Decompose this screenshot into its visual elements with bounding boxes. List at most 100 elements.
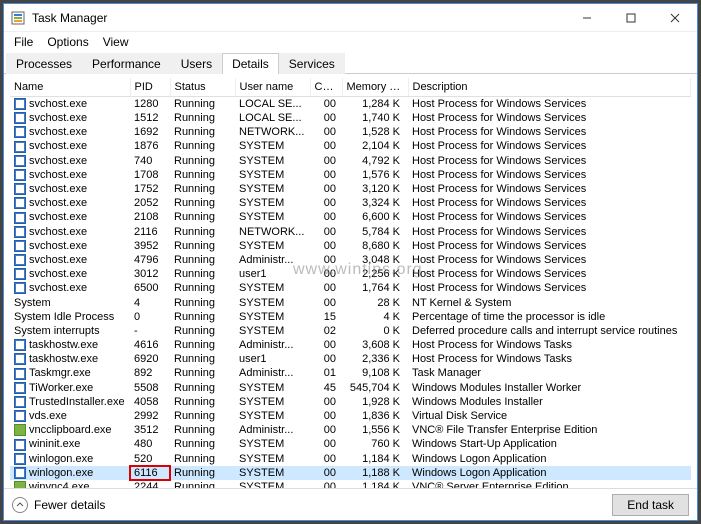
process-icon [14, 424, 26, 436]
table-row[interactable]: svchost.exe6500RunningSYSTEM001,764 KHos… [10, 281, 691, 295]
cell-pid: 6920 [130, 352, 170, 366]
end-task-button[interactable]: End task [612, 494, 689, 516]
table-row[interactable]: wininit.exe480RunningSYSTEM00760 KWindow… [10, 437, 691, 451]
cell-desc: Deferred procedure calls and interrupt s… [408, 324, 691, 338]
cell-user: user1 [235, 352, 310, 366]
cell-name: svchost.exe [10, 210, 130, 224]
tab-performance[interactable]: Performance [82, 53, 171, 74]
maximize-button[interactable] [609, 4, 653, 32]
menu-options[interactable]: Options [41, 33, 94, 51]
table-row[interactable]: svchost.exe3012Runninguser1002,256 KHost… [10, 267, 691, 281]
col-desc[interactable]: Description [408, 78, 691, 97]
cell-cpu: 00 [310, 125, 342, 139]
cell-cpu: 00 [310, 409, 342, 423]
cell-desc: Host Process for Windows Services [408, 239, 691, 253]
process-icon [14, 126, 26, 138]
cell-desc: Host Process for Windows Services [408, 210, 691, 224]
col-name[interactable]: Name [10, 78, 130, 97]
minimize-button[interactable] [565, 4, 609, 32]
table-row[interactable]: winvnc4.exe2244RunningSYSTEM001,184 KVNC… [10, 480, 691, 488]
cell-cpu: 00 [310, 452, 342, 466]
table-row[interactable]: svchost.exe2116RunningNETWORK...005,784 … [10, 225, 691, 239]
cell-name: System [10, 295, 130, 309]
cell-desc: Host Process for Windows Services [408, 267, 691, 281]
cell-mem: 2,256 K [342, 267, 408, 281]
table-row[interactable]: winlogon.exe6116RunningSYSTEM001,188 KWi… [10, 466, 691, 480]
cell-desc: Virtual Disk Service [408, 409, 691, 423]
menu-file[interactable]: File [8, 33, 39, 51]
cell-desc: Host Process for Windows Services [408, 281, 691, 295]
table-row[interactable]: taskhostw.exe6920Runninguser1002,336 KHo… [10, 352, 691, 366]
cell-status: Running [170, 452, 235, 466]
cell-user: SYSTEM [235, 168, 310, 182]
table-row[interactable]: svchost.exe2052RunningSYSTEM003,324 KHos… [10, 196, 691, 210]
cell-name: svchost.exe [10, 125, 130, 139]
table-row[interactable]: vds.exe2992RunningSYSTEM001,836 KVirtual… [10, 409, 691, 423]
table-row[interactable]: System Idle Process0RunningSYSTEM154 KPe… [10, 310, 691, 324]
cell-pid: 1752 [130, 182, 170, 196]
table-row[interactable]: svchost.exe1876RunningSYSTEM002,104 KHos… [10, 139, 691, 153]
table-row[interactable]: System interrupts-RunningSYSTEM020 KDefe… [10, 324, 691, 338]
table-row[interactable]: vncclipboard.exe3512RunningAdministr...0… [10, 423, 691, 437]
cell-user: NETWORK... [235, 125, 310, 139]
window-title: Task Manager [32, 11, 565, 25]
fewer-details-link[interactable]: Fewer details [12, 497, 105, 513]
cell-cpu: 00 [310, 281, 342, 295]
col-cpu[interactable]: CPU [310, 78, 342, 97]
cell-mem: 1,188 K [342, 466, 408, 480]
table-row[interactable]: taskhostw.exe4616RunningAdministr...003,… [10, 338, 691, 352]
cell-desc: Host Process for Windows Tasks [408, 352, 691, 366]
titlebar: Task Manager [4, 4, 697, 32]
table-row[interactable]: Taskmgr.exe892RunningAdministr...019,108… [10, 366, 691, 380]
close-button[interactable] [653, 4, 697, 32]
cell-mem: 6,600 K [342, 210, 408, 224]
col-pid[interactable]: PID [130, 78, 170, 97]
tab-processes[interactable]: Processes [6, 53, 82, 74]
cell-mem: 1,928 K [342, 395, 408, 409]
cell-status: Running [170, 97, 235, 112]
process-icon [14, 212, 26, 224]
cell-pid: 1876 [130, 139, 170, 153]
table-row[interactable]: svchost.exe1280RunningLOCAL SE...001,284… [10, 97, 691, 112]
cell-user: SYSTEM [235, 210, 310, 224]
table-row[interactable]: svchost.exe740RunningSYSTEM004,792 KHost… [10, 154, 691, 168]
menu-view[interactable]: View [97, 33, 135, 51]
table-row[interactable]: svchost.exe1512RunningLOCAL SE...001,740… [10, 111, 691, 125]
cell-name: taskhostw.exe [10, 338, 130, 352]
cell-mem: 1,528 K [342, 125, 408, 139]
cell-user: SYSTEM [235, 480, 310, 488]
table-row[interactable]: TrustedInstaller.exe4058RunningSYSTEM001… [10, 395, 691, 409]
cell-status: Running [170, 139, 235, 153]
cell-name: svchost.exe [10, 97, 130, 112]
cell-desc: Task Manager [408, 366, 691, 380]
table-row[interactable]: svchost.exe1708RunningSYSTEM001,576 KHos… [10, 168, 691, 182]
col-status[interactable]: Status [170, 78, 235, 97]
tab-details[interactable]: Details [222, 53, 279, 74]
column-headers[interactable]: Name PID Status User name CPU Memory (p.… [10, 78, 691, 97]
col-user[interactable]: User name [235, 78, 310, 97]
cell-user: Administr... [235, 253, 310, 267]
cell-name: System interrupts [10, 324, 130, 338]
cell-status: Running [170, 267, 235, 281]
cell-status: Running [170, 423, 235, 437]
tab-users[interactable]: Users [171, 53, 222, 74]
table-row[interactable]: TiWorker.exe5508RunningSYSTEM45545,704 K… [10, 381, 691, 395]
process-table[interactable]: Name PID Status User name CPU Memory (p.… [10, 78, 691, 488]
table-row[interactable]: svchost.exe4796RunningAdministr...003,04… [10, 253, 691, 267]
col-mem[interactable]: Memory (p... [342, 78, 408, 97]
cell-name: vncclipboard.exe [10, 423, 130, 437]
table-row[interactable]: svchost.exe1752RunningSYSTEM003,120 KHos… [10, 182, 691, 196]
process-icon [14, 368, 26, 380]
table-row[interactable]: winlogon.exe520RunningSYSTEM001,184 KWin… [10, 452, 691, 466]
cell-name: svchost.exe [10, 281, 130, 295]
table-row[interactable]: svchost.exe3952RunningSYSTEM008,680 KHos… [10, 239, 691, 253]
fewer-details-label: Fewer details [34, 498, 105, 512]
table-row[interactable]: svchost.exe1692RunningNETWORK...001,528 … [10, 125, 691, 139]
task-manager-window: Task Manager File Options View Processes… [3, 3, 698, 521]
cell-user: SYSTEM [235, 395, 310, 409]
cell-cpu: 00 [310, 111, 342, 125]
table-row[interactable]: System4RunningSYSTEM0028 KNT Kernel & Sy… [10, 295, 691, 309]
cell-name: svchost.exe [10, 168, 130, 182]
tab-services[interactable]: Services [279, 53, 345, 74]
table-row[interactable]: svchost.exe2108RunningSYSTEM006,600 KHos… [10, 210, 691, 224]
